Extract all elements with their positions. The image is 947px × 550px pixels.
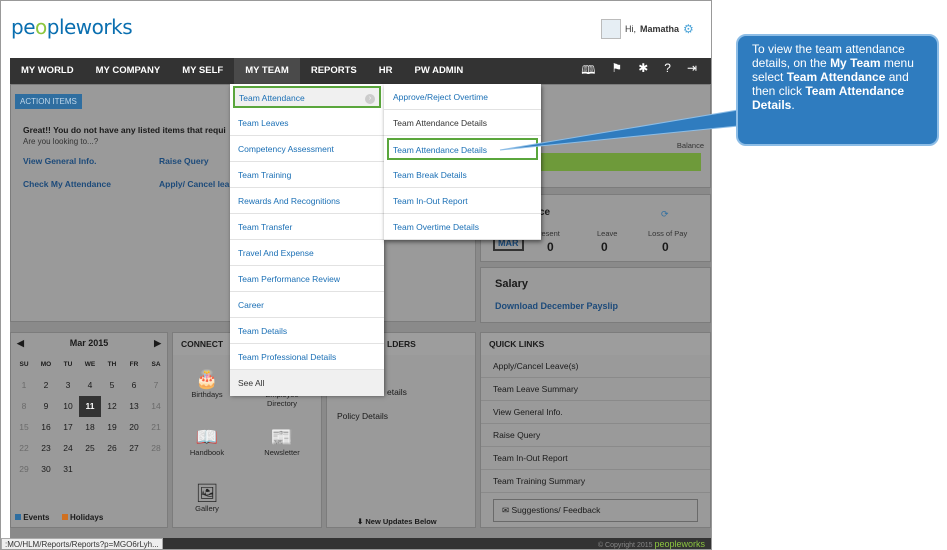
callout-text-4: . <box>791 98 795 112</box>
callout-bold-2: Team Attendance <box>786 70 886 84</box>
callout-bold-1: My Team <box>830 56 881 70</box>
instruction-callout: To view the team attendance details, on … <box>736 34 939 146</box>
